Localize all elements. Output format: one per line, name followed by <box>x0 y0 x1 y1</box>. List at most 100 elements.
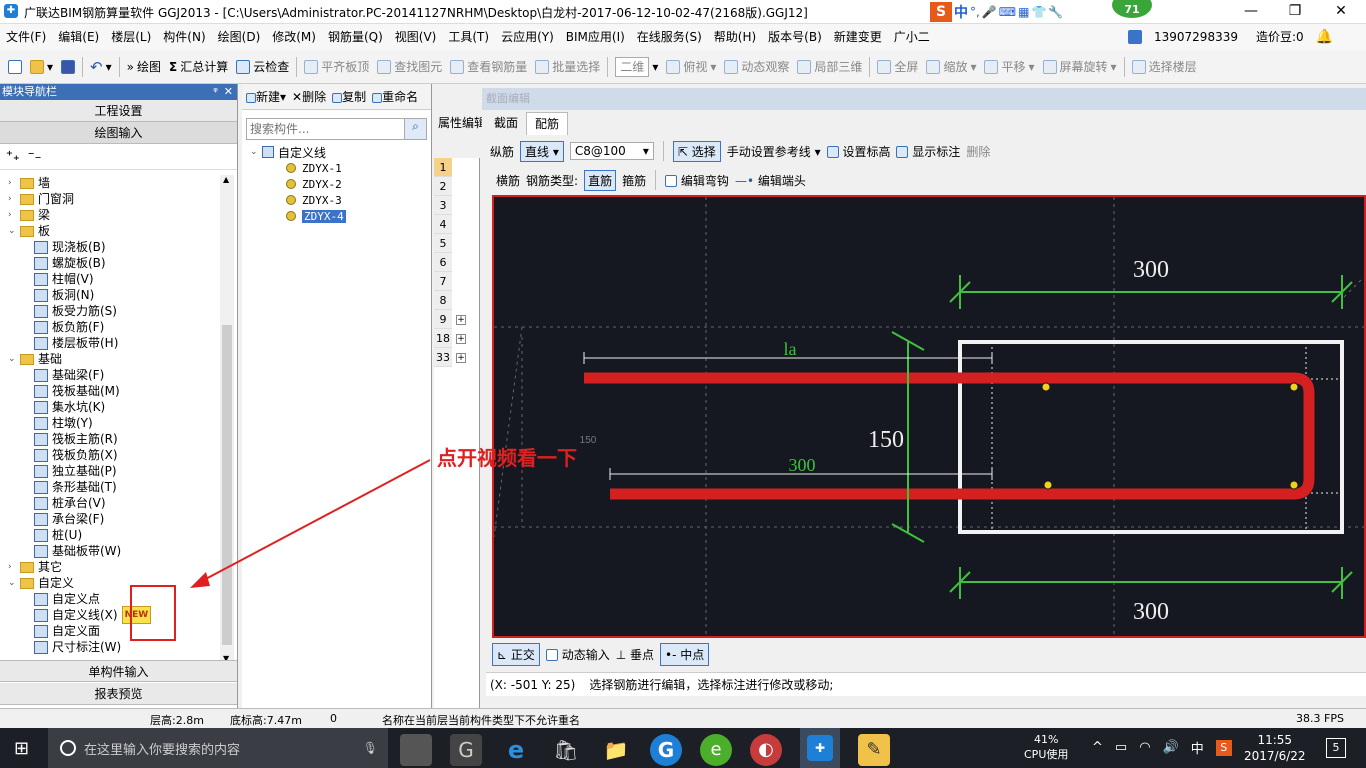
taskbar-search[interactable]: 在这里输入你要搜索的内容 🎙 <box>48 728 388 768</box>
zoom-button[interactable]: 缩放 ▾ <box>922 50 980 84</box>
tree-item[interactable]: 筏板负筋(X) <box>8 447 218 463</box>
tree-item[interactable]: 桩(U) <box>8 527 218 543</box>
tree-item[interactable]: 自定义面 <box>8 623 218 639</box>
menu-item[interactable]: 文件(F) <box>0 24 52 50</box>
tree-item[interactable]: 基础梁(F) <box>8 367 218 383</box>
app-red-icon[interactable]: ◐ <box>750 734 782 766</box>
tree-item[interactable]: 桩承台(V) <box>8 495 218 511</box>
network-icon[interactable]: ▭ <box>1115 740 1127 755</box>
tree-item[interactable]: 柱帽(V) <box>8 271 218 287</box>
ime-toolbar[interactable]: S 中 °, 🎤 ⌨ ▦ 👕 🔧 <box>930 2 1064 22</box>
clock[interactable]: 11:55 2017/6/22 <box>1244 732 1306 764</box>
attr-row[interactable]: 7 <box>434 272 479 291</box>
wrench-icon[interactable]: 🔧 <box>1048 5 1063 19</box>
tree-scrollbar[interactable]: ▲ ▼ <box>220 175 234 663</box>
ime-lang-tray[interactable]: 中 <box>1191 738 1204 757</box>
copy-component-button[interactable]: 复制 <box>332 88 366 105</box>
keyboard-icon[interactable]: ⌨ <box>999 5 1016 19</box>
select-tool-button[interactable]: ⇱ 选择 <box>672 140 721 162</box>
new-component-button[interactable]: 新建▾ <box>246 88 286 105</box>
tree-item[interactable]: 螺旋板(B) <box>8 255 218 271</box>
component-list-item[interactable]: ZDYX-3 <box>242 192 431 208</box>
pin-icon[interactable]: ᵠ <box>213 84 218 100</box>
microphone-icon[interactable]: 🎤 <box>982 5 997 19</box>
attr-row[interactable]: 8 <box>434 291 479 310</box>
new-file-icon[interactable] <box>4 59 26 74</box>
maximize-button[interactable]: ❐ <box>1272 0 1318 24</box>
tab-rebar[interactable]: 配筋 <box>526 111 569 135</box>
menu-item[interactable]: 绘图(D) <box>212 24 267 50</box>
tree-item[interactable]: 条形基础(T) <box>8 479 218 495</box>
mic-icon[interactable]: 🎙 <box>363 741 378 755</box>
tab-section[interactable]: 截面 <box>486 112 527 134</box>
tree-item[interactable]: 板负筋(F) <box>8 319 218 335</box>
ortho-button[interactable]: ⊾ 正交 <box>492 642 540 666</box>
tree-toggle-icon[interactable]: ⌄ <box>8 351 18 367</box>
fullscreen-button[interactable]: 全屏 <box>873 50 922 84</box>
tree-folder[interactable]: › 墙 <box>8 175 218 191</box>
delete-component-button[interactable]: ✕删除 <box>292 88 326 105</box>
open-file-icon[interactable]: ▾ <box>26 50 57 84</box>
tree-item[interactable]: 筏板主筋(R) <box>8 431 218 447</box>
single-input-button[interactable]: 单构件输入 <box>0 660 237 682</box>
attr-row[interactable]: 33 + <box>434 348 479 367</box>
menu-item[interactable]: 编辑(E) <box>52 24 105 50</box>
tree-toggle-icon[interactable]: › <box>8 207 18 223</box>
grid-icon[interactable]: ▦ <box>1018 5 1029 19</box>
rename-component-button[interactable]: 重命名 <box>372 88 418 105</box>
notification-icon[interactable]: 5 <box>1326 738 1346 758</box>
menu-item[interactable]: 新建变更 <box>828 24 888 50</box>
edge-icon[interactable]: e <box>500 734 532 766</box>
tree-item[interactable]: 尺寸标注(W) <box>8 639 218 655</box>
draw-button[interactable]: » 绘图 <box>123 50 165 84</box>
shirt-icon[interactable]: 👕 <box>1031 5 1046 19</box>
cpu-meter[interactable]: 41% CPU使用 <box>1024 732 1068 762</box>
list-root[interactable]: ⌄ 自定义线 <box>242 144 431 160</box>
set-elevation-button[interactable]: 设置标高 <box>826 143 890 160</box>
sogou-tray-icon[interactable]: S <box>1215 739 1232 756</box>
stirrup-button[interactable]: 箍筋 <box>622 172 646 189</box>
tree-item[interactable]: 楼层板带(H) <box>8 335 218 351</box>
phone-number[interactable]: 13907298339 <box>1148 24 1244 50</box>
tree-item[interactable]: 集水坑(K) <box>8 399 218 415</box>
tree-folder[interactable]: › 梁 <box>8 207 218 223</box>
attr-row[interactable]: 9 + <box>434 310 479 329</box>
flat-slab-button[interactable]: 平齐板顶 <box>300 50 373 84</box>
menu-item[interactable]: 帮助(H) <box>708 24 762 50</box>
tree-toggle-icon[interactable]: › <box>8 191 18 207</box>
component-list-item[interactable]: ZDYX-2 <box>242 176 431 192</box>
menu-item[interactable]: 视图(V) <box>389 24 443 50</box>
glodon-icon[interactable]: G <box>650 734 682 766</box>
menu-item[interactable]: 工具(T) <box>442 24 495 50</box>
app-fan-icon[interactable] <box>400 734 432 766</box>
expand-all-icon[interactable]: ⁺₊ <box>6 149 20 164</box>
dynamic-input-button[interactable]: 动态输入 <box>545 646 610 663</box>
top-view-button[interactable]: 俯视 ▾ <box>662 50 720 84</box>
manual-ref-button[interactable]: 手动设置参考线 ▾ <box>727 143 821 160</box>
sogou-icon[interactable]: S <box>930 2 952 22</box>
collapse-all-icon[interactable]: ⁻₋ <box>28 149 42 164</box>
tray-expand-icon[interactable]: ^ <box>1092 740 1103 755</box>
menu-item[interactable]: 在线服务(S) <box>631 24 708 50</box>
report-preview-button[interactable]: 报表预览 <box>0 683 237 705</box>
attr-row[interactable]: 3 <box>434 196 479 215</box>
volume-icon[interactable]: 🔊 <box>1163 740 1179 755</box>
tree-folder[interactable]: › 其它 <box>8 559 218 575</box>
component-list-item[interactable]: ZDYX-4 <box>242 208 431 224</box>
save-icon[interactable] <box>57 59 79 74</box>
menu-item[interactable]: 云应用(Y) <box>495 24 560 50</box>
tree-folder[interactable]: ⌄ 自定义 <box>8 575 218 591</box>
select-floor-button[interactable]: 选择楼层 <box>1128 50 1201 84</box>
tree-toggle-icon[interactable]: › <box>8 175 18 191</box>
app-swirl-icon[interactable]: G <box>450 734 482 766</box>
edit-hook-button[interactable]: 编辑弯钩 <box>665 172 729 189</box>
batch-select-button[interactable]: 批量选择 <box>531 50 604 84</box>
tree-folder[interactable]: › 门窗洞 <box>8 191 218 207</box>
tree-item[interactable]: 板受力筋(S) <box>8 303 218 319</box>
minimize-button[interactable]: — <box>1228 0 1274 24</box>
tree-item[interactable]: 筏板基础(M) <box>8 383 218 399</box>
undo-icon[interactable]: ↶ ▾ <box>86 50 116 84</box>
tree-item[interactable]: 自定义点 <box>8 591 218 607</box>
component-search-input[interactable] <box>247 122 404 136</box>
attr-row[interactable]: 2 <box>434 177 479 196</box>
